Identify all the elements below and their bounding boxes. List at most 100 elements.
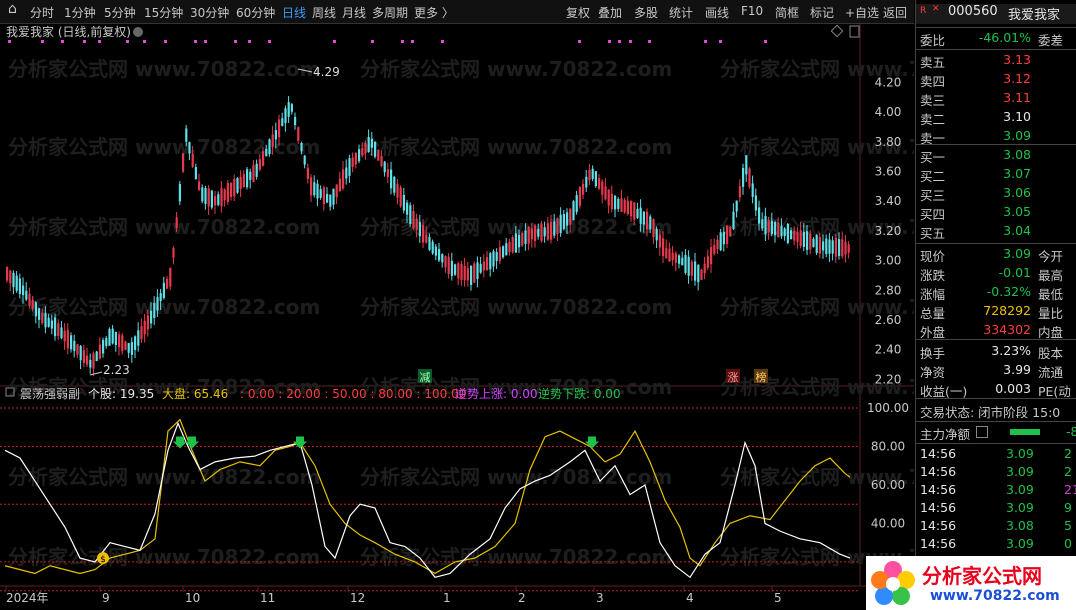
candle-body xyxy=(153,302,156,319)
period-tab-8[interactable]: 月线 xyxy=(342,4,366,21)
table-icon[interactable] xyxy=(976,426,988,438)
weibi-label: 委比 xyxy=(920,33,946,48)
candle-body xyxy=(402,194,405,211)
candle-body xyxy=(838,239,841,256)
candle-body xyxy=(758,207,761,224)
candle-body xyxy=(201,187,204,202)
candle-body xyxy=(546,223,549,240)
signal-dot xyxy=(608,40,611,43)
candle-body xyxy=(665,248,668,259)
candle-body xyxy=(92,353,95,369)
menu-icon[interactable]: ⌂ xyxy=(8,1,17,17)
candle-body xyxy=(732,211,735,229)
tick-row: 14:56 3.09 2 xyxy=(916,446,1076,464)
toolbar-btn-4[interactable]: 画线 xyxy=(705,4,729,21)
candle-body xyxy=(358,149,361,162)
candle-body xyxy=(726,225,729,244)
candle-body xyxy=(54,317,57,337)
candle-body xyxy=(137,330,140,346)
toolbar-btn-5[interactable]: F10 xyxy=(741,4,763,18)
stat-3-label: 总量 xyxy=(920,306,946,321)
signal-dot xyxy=(41,40,44,43)
candle-body xyxy=(476,262,479,280)
period-tab-7[interactable]: 周线 xyxy=(312,4,336,21)
indicator-title: 震荡强弱副 xyxy=(20,387,80,401)
candle-body xyxy=(335,184,338,198)
logo-text: 分析家公式网 xyxy=(922,564,1042,588)
sell-2-label: 卖二 xyxy=(920,112,946,127)
toolbar-btn-7[interactable]: 标记 xyxy=(810,4,834,21)
stat2-2: 收益(一) 0.003 PE(动 xyxy=(916,381,1076,399)
candle-body xyxy=(774,222,777,236)
candle-body xyxy=(319,189,322,198)
toolbar-btn-8[interactable]: +自选 xyxy=(845,4,879,21)
candle-body xyxy=(57,323,60,336)
candle-body xyxy=(383,161,386,173)
candle-body xyxy=(329,194,332,207)
toolbar-btn-3[interactable]: 统计 xyxy=(669,4,693,21)
candle-body xyxy=(482,261,485,271)
candle-body xyxy=(38,308,41,320)
candle-body xyxy=(706,256,709,268)
candle-body xyxy=(70,335,73,350)
clear-icon[interactable]: ✕ xyxy=(932,4,940,14)
period-tab-0[interactable]: 分时 xyxy=(30,4,54,21)
candle-body xyxy=(159,293,162,302)
toolbar-btn-9[interactable]: 返回 xyxy=(883,4,907,21)
month-label: 1 xyxy=(443,591,451,605)
tick-time: 14:56 xyxy=(920,518,957,533)
candle-body xyxy=(834,237,837,257)
stock-name: 我爱我家 xyxy=(1008,8,1061,23)
signal-dot xyxy=(764,40,767,43)
toolbar-btn-2[interactable]: 多股 xyxy=(634,4,658,21)
candle-body xyxy=(633,202,636,220)
stat-0: 现价 3.09 今开 xyxy=(916,246,1076,264)
tick-price: 3.09 xyxy=(1006,482,1034,497)
candle-body xyxy=(287,102,290,117)
candle-body xyxy=(290,104,293,112)
candle-body xyxy=(233,179,236,197)
candle-body xyxy=(146,315,149,330)
signal-dot xyxy=(126,40,129,43)
candle-body xyxy=(28,293,31,307)
signal-dot xyxy=(704,40,707,43)
period-tab-2[interactable]: 5分钟 xyxy=(104,4,136,21)
candle-body xyxy=(719,232,722,251)
quote-panel: R ✕ 000560 我爱我家 委比 -46.01% 委差 卖五 3.13 卖四 3.… xyxy=(866,0,1076,610)
candle-body xyxy=(166,278,169,289)
buy-2-label: 买二 xyxy=(920,169,946,184)
candle-body xyxy=(636,208,639,218)
period-tab-4[interactable]: 30分钟 xyxy=(190,4,229,21)
title-dropdown-icon[interactable] xyxy=(133,27,143,37)
period-tab-5[interactable]: 60分钟 xyxy=(236,4,275,21)
period-tab-9[interactable]: 多周期 xyxy=(372,4,408,21)
period-tab-1[interactable]: 1分钟 xyxy=(64,4,96,21)
candle-body xyxy=(649,216,652,230)
main-flow-label: 主力净额 xyxy=(920,427,971,442)
candle-body xyxy=(537,228,540,237)
period-tab-10[interactable]: 更多 〉 xyxy=(414,4,454,21)
candle-body xyxy=(585,176,588,188)
candle-body xyxy=(630,201,633,217)
tick-vol: 21 xyxy=(1064,482,1076,497)
candle-body xyxy=(847,244,850,253)
candle-body xyxy=(156,297,159,311)
candle-body xyxy=(623,200,626,213)
period-tab-6[interactable]: 日线 xyxy=(282,4,306,21)
candle-body xyxy=(530,228,533,240)
buy-1-label: 买一 xyxy=(920,150,946,165)
price-tick-label: 2.20 xyxy=(875,372,902,386)
tick-price: 3.09 xyxy=(1006,500,1034,515)
stat2-1-extra: 流通 xyxy=(1038,365,1064,380)
candle-body xyxy=(284,108,287,124)
stat-0-value: 3.09 xyxy=(1003,246,1031,261)
toolbar-btn-0[interactable]: 复权 xyxy=(566,4,590,21)
toolbar-btn-6[interactable]: 简框 xyxy=(775,4,799,21)
toolbar-btn-1[interactable]: 叠加 xyxy=(598,4,622,21)
weicha-label: 委差 xyxy=(1038,33,1064,48)
candle-body xyxy=(118,334,121,348)
kline-chart[interactable]: 分析家公式网 www.70822.com 分析家公式网 www.70822.com… xyxy=(0,24,914,610)
candle-body xyxy=(646,211,649,230)
period-tab-3[interactable]: 15分钟 xyxy=(144,4,183,21)
candle-body xyxy=(172,248,175,258)
